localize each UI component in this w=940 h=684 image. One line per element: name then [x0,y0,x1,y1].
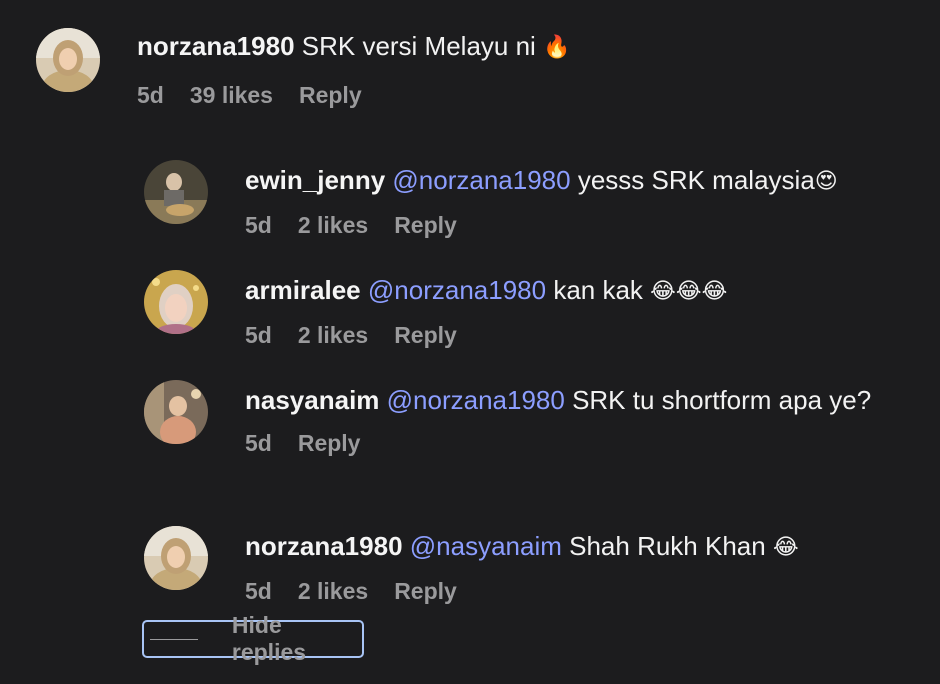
mention-link[interactable]: @norzana1980 [387,385,565,415]
mention-link[interactable]: @norzana1980 [392,165,570,195]
comment-username[interactable]: norzana1980 [137,31,295,61]
comment-likes[interactable]: 2 likes [298,578,368,605]
heart-eyes-emoji: 😍 [814,169,838,194]
comment-text: armiralee @norzana1980 kan kak 😂😂😂 [245,272,727,310]
comment-text: norzana1980 @nasyanaim Shah Rukh Khan 😂 [245,528,799,566]
comment-item: norzana1980 SRK versi Melayu ni 🔥 5d 39 … [36,28,570,109]
mention-link[interactable]: @norzana1980 [368,275,546,305]
mention-link[interactable]: @nasyanaim [410,531,562,561]
comment-body: nasyanaim @norzana1980 SRK tu shortform … [245,382,885,457]
avatar[interactable] [36,28,100,92]
comment-likes[interactable]: 2 likes [298,322,368,349]
comment-likes[interactable]: 39 likes [190,82,273,109]
fire-emoji: 🔥 [543,35,571,60]
comment-time[interactable]: 5d [245,212,272,239]
avatar[interactable] [144,380,208,444]
avatar[interactable] [144,270,208,334]
comment-message: SRK tu shortform apa ye? [564,385,872,415]
hide-replies-button[interactable]: Hide replies [142,612,364,665]
comment-meta: 5d Reply [245,430,885,457]
comment-username[interactable]: norzana1980 [245,531,403,561]
comment-meta: 5d 2 likes Reply [245,322,727,349]
comment-message: Shah Rukh Khan [561,531,773,561]
comment-body: norzana1980 @nasyanaim Shah Rukh Khan 😂 … [245,528,799,605]
comment-likes[interactable]: 2 likes [298,212,368,239]
hide-replies-label: Hide replies [231,612,307,665]
comment-body: ewin_jenny @norzana1980 yesss SRK malays… [245,162,838,239]
reply-button[interactable]: Reply [394,322,457,349]
comment-username[interactable]: ewin_jenny [245,165,385,195]
laughing-emoji: 😂😂😂 [650,279,728,304]
avatar[interactable] [144,526,208,590]
comment-text: nasyanaim @norzana1980 SRK tu shortform … [245,382,885,418]
reply-item: ewin_jenny @norzana1980 yesss SRK malays… [144,160,838,239]
comment-body: norzana1980 SRK versi Melayu ni 🔥 5d 39 … [137,28,570,109]
comment-message: SRK versi Melayu ni [294,31,544,61]
reply-button[interactable]: Reply [298,430,361,457]
reply-button[interactable]: Reply [299,82,362,109]
reply-item: armiralee @norzana1980 kan kak 😂😂😂 5d 2 … [144,270,727,349]
comment-text: norzana1980 SRK versi Melayu ni 🔥 [137,28,570,66]
comment-time[interactable]: 5d [245,578,272,605]
reply-button[interactable]: Reply [394,578,457,605]
comment-time[interactable]: 5d [245,322,272,349]
reply-item: nasyanaim @norzana1980 SRK tu shortform … [144,380,885,457]
comment-meta: 5d 2 likes Reply [245,578,799,605]
laughing-emoji: 😂 [772,535,799,560]
reply-button[interactable]: Reply [394,212,457,239]
comment-meta: 5d 2 likes Reply [245,212,838,239]
avatar[interactable] [144,160,208,224]
comment-text: ewin_jenny @norzana1980 yesss SRK malays… [245,162,838,200]
comment-body: armiralee @norzana1980 kan kak 😂😂😂 5d 2 … [245,272,727,349]
comment-meta: 5d 39 likes Reply [137,82,570,109]
reply-item: norzana1980 @nasyanaim Shah Rukh Khan 😂 … [144,526,799,605]
divider-line [150,638,198,640]
comment-message: yesss SRK malaysia [570,165,815,195]
comment-time[interactable]: 5d [137,82,164,109]
comment-message: kan kak [546,275,651,305]
comment-time[interactable]: 5d [245,430,272,457]
comment-username[interactable]: armiralee [245,275,361,305]
comment-username[interactable]: nasyanaim [245,385,379,415]
